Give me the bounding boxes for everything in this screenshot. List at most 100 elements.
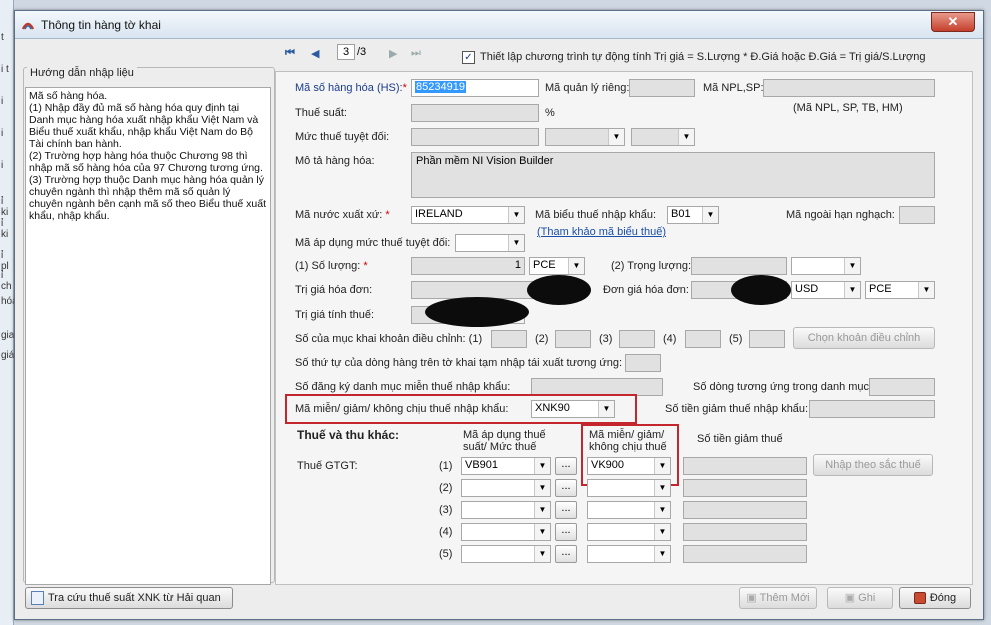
trongluong-unit-select[interactable]: ▼ xyxy=(791,257,861,275)
sotiengiam-input[interactable] xyxy=(809,400,935,418)
qlr-input[interactable] xyxy=(629,79,695,97)
background-text: i xyxy=(1,96,4,107)
thamkhao-link[interactable]: (Tham khảo mã biểu thuế) xyxy=(537,226,666,238)
tax-apdung-select[interactable]: VB901 ▼ xyxy=(461,457,551,475)
mota-label: Mô tả hàng hóa: xyxy=(295,155,375,167)
tax-mien-select[interactable]: ▼ xyxy=(587,501,671,519)
tax-mien-select[interactable]: VK900 ▼ xyxy=(587,457,671,475)
sodangky-label: Số đăng ký danh mục miễn thuế nhập khẩu: xyxy=(295,381,511,393)
mucthue-input[interactable] xyxy=(411,128,539,146)
tax-sotien-input[interactable] xyxy=(683,457,807,475)
col-sotien-header: Số tiền giảm thuế xyxy=(697,433,783,445)
trongluong-input[interactable] xyxy=(691,257,787,275)
trigiahd-label: Trị giá hóa đơn: xyxy=(295,284,373,296)
chevron-down-icon: ▼ xyxy=(918,282,934,298)
mucthue-unit-select[interactable]: ▼ xyxy=(545,128,625,146)
next-record-icon[interactable]: ▶ xyxy=(389,47,397,60)
tax-lookup-button[interactable]: ... xyxy=(555,501,577,519)
mienthue-label: Mã miễn/ giảm/ không chịu thuế nhập khẩu… xyxy=(295,403,509,415)
tax-apdung-select[interactable]: ▼ xyxy=(461,523,551,541)
background-text: t xyxy=(1,32,4,43)
chon-dieuchinh-button[interactable]: Chọn khoản điều chỉnh xyxy=(793,327,935,349)
chevron-down-icon: ▼ xyxy=(608,129,624,145)
soluong-label: (1) Số lượng: * xyxy=(295,260,368,272)
chevron-down-icon: ▼ xyxy=(654,480,670,496)
dialog-window: Thông tin hàng tờ khai ✕ Hướng dẫn nhập … xyxy=(14,10,984,620)
col-apdung-header: Mã áp dụng thuế suất/ Mức thuế xyxy=(463,429,546,453)
background-text: ỉ pl xyxy=(1,250,9,272)
tax-sotien-input[interactable] xyxy=(683,501,807,519)
dong-button[interactable]: Đóng xyxy=(899,587,971,609)
them-moi-button[interactable]: ▣ Thêm Mới xyxy=(739,587,817,609)
tax-lookup-button[interactable]: ... xyxy=(555,523,577,541)
nhap-theo-sac-thue-button[interactable]: Nhập theo sắc thuế xyxy=(813,454,933,476)
dialog-body: Hướng dẫn nhập liệu Mã số hàng hóa. (1) … xyxy=(15,39,983,619)
chevron-down-icon: ▼ xyxy=(534,480,550,496)
soluong-unit-select[interactable]: PCE ▼ xyxy=(529,257,585,275)
dieuchinh-2-input[interactable] xyxy=(555,330,591,348)
apdung-label: Mã áp dụng mức thuế tuyệt đối: xyxy=(295,237,451,249)
npl-label: Mã NPL,SP: xyxy=(703,82,764,94)
sodong-label: Số dòng tương ứng trong danh mục: xyxy=(693,381,873,393)
current-record-input[interactable]: 3 xyxy=(337,44,355,60)
tax-apdung-select[interactable]: ▼ xyxy=(461,479,551,497)
tra-cuu-button[interactable]: Tra cứu thuế suất XNK từ Hải quan xyxy=(25,587,233,609)
background-window-strip: ti tiiiỉ ki ỉ ki ỉ pl ỉ ch hóa gia giá xyxy=(0,0,18,625)
mucthue-type-select[interactable]: ▼ xyxy=(631,128,695,146)
dieuchinh-4-input[interactable] xyxy=(685,330,721,348)
dieuchinh-3-input[interactable] xyxy=(619,330,655,348)
tax-mien-select[interactable]: ▼ xyxy=(587,523,671,541)
qlr-label: Mã quản lý riêng: xyxy=(545,82,630,94)
soluong-input[interactable]: 1 xyxy=(411,257,525,275)
dieuchinh-4-label: (4) xyxy=(663,333,677,345)
trigiatt-label: Trị giá tính thuế: xyxy=(295,309,375,321)
prev-record-icon[interactable]: ◀ xyxy=(311,47,319,60)
dieuchinh-label: Số của mục khai khoản điều chỉnh: (1) xyxy=(295,333,483,345)
auto-calc-checkbox[interactable]: ✓ xyxy=(462,51,475,64)
npl-input[interactable] xyxy=(763,79,935,97)
percent-label: % xyxy=(545,107,555,119)
tax-mien-select[interactable]: ▼ xyxy=(587,545,671,563)
close-button[interactable]: ✕ xyxy=(931,12,975,32)
add-icon: ▣ xyxy=(746,592,760,604)
tax-apdung-select[interactable]: ▼ xyxy=(461,501,551,519)
tax-sotien-input[interactable] xyxy=(683,545,807,563)
trongluong-label: (2) Trọng lượng: xyxy=(611,260,691,272)
thuesuat-input[interactable] xyxy=(411,104,539,122)
tax-lookup-button[interactable]: ... xyxy=(555,479,577,497)
background-text: ỉ ch xyxy=(1,270,12,292)
save-icon: ▣ xyxy=(844,592,859,604)
close-icon xyxy=(913,592,926,605)
dongia-unit-select[interactable]: PCE ▼ xyxy=(865,281,935,299)
chevron-down-icon: ▼ xyxy=(534,524,550,540)
ghi-button[interactable]: ▣ Ghi xyxy=(827,587,893,609)
dieuchinh-5-input[interactable] xyxy=(749,330,785,348)
apdung-select[interactable]: ▼ xyxy=(455,234,525,252)
ngoaihan-input[interactable] xyxy=(899,206,935,224)
background-text: gia xyxy=(1,330,15,341)
currency-select[interactable]: USD ▼ xyxy=(791,281,861,299)
tax-apdung-select[interactable]: ▼ xyxy=(461,545,551,563)
bieuthue-select[interactable]: B01 ▼ xyxy=(667,206,719,224)
tax-lookup-button[interactable]: ... xyxy=(555,545,577,563)
nuocxx-select[interactable]: IRELAND ▼ xyxy=(411,206,525,224)
mucthue-label: Mức thuế tuyệt đối: xyxy=(295,131,390,143)
tax-lookup-button[interactable]: ... xyxy=(555,457,577,475)
auto-calc-label: Thiết lập chương trình tự động tính Trị … xyxy=(480,51,926,63)
sothutu-input[interactable] xyxy=(625,354,661,372)
mota-input[interactable]: Phần mềm NI Vision Builder xyxy=(411,152,935,198)
mienthue-select[interactable]: XNK90 ▼ xyxy=(531,400,615,418)
first-record-icon[interactable]: ⏮ xyxy=(285,47,295,60)
hs-code-input[interactable]: 85234919 xyxy=(411,79,539,97)
thue-gtgt-label: Thuế GTGT: xyxy=(297,460,358,472)
tax-mien-select[interactable]: ▼ xyxy=(587,479,671,497)
app-icon xyxy=(21,22,35,30)
ngoaihan-label: Mã ngoài hạn nghạch: xyxy=(786,209,895,221)
chevron-down-icon: ▼ xyxy=(654,502,670,518)
tax-sotien-input[interactable] xyxy=(683,523,807,541)
dieuchinh-1-input[interactable] xyxy=(491,330,527,348)
chevron-down-icon: ▼ xyxy=(654,546,670,562)
tax-sotien-input[interactable] xyxy=(683,479,807,497)
sodong-input[interactable] xyxy=(869,378,935,396)
last-record-icon[interactable]: ⏭ xyxy=(411,47,421,60)
